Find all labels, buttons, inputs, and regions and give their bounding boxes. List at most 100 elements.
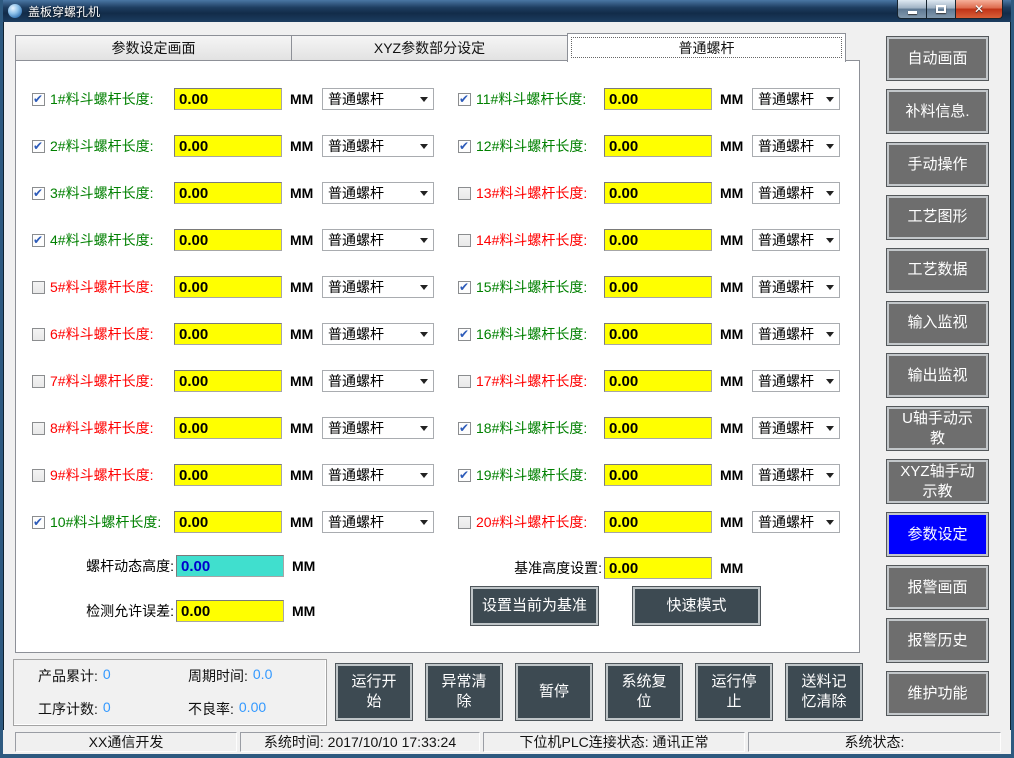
sidebar-button-input-monitor[interactable]: 输入监视 bbox=[887, 302, 988, 345]
base-height-input[interactable] bbox=[604, 557, 712, 579]
tab-1[interactable]: 参数设定画面 bbox=[15, 35, 292, 61]
hopper-length-input[interactable] bbox=[174, 417, 282, 439]
hopper-length-input[interactable] bbox=[174, 323, 282, 345]
hopper-enable-checkbox[interactable] bbox=[32, 328, 45, 341]
screw-type-dropdown[interactable]: 普通螺杆 bbox=[322, 135, 434, 157]
sidebar-button-parameter-setting[interactable]: 参数设定 bbox=[887, 513, 988, 556]
hopper-row: 18#料斗螺杆长度: MM 普通螺杆 bbox=[458, 416, 854, 440]
screw-type-dropdown[interactable]: 普通螺杆 bbox=[752, 88, 840, 110]
hopper-enable-checkbox[interactable] bbox=[32, 469, 45, 482]
screw-type-dropdown[interactable]: 普通螺杆 bbox=[322, 229, 434, 251]
tolerance-row: 检测允许误差: MM bbox=[32, 599, 322, 623]
sidebar-button-alarm-screen[interactable]: 报警画面 bbox=[887, 566, 988, 609]
sidebar-button-process-data[interactable]: 工艺数据 bbox=[887, 249, 988, 292]
screw-type-dropdown[interactable]: 普通螺杆 bbox=[322, 182, 434, 204]
screw-type-dropdown[interactable]: 普通螺杆 bbox=[322, 370, 434, 392]
hopper-length-input[interactable] bbox=[604, 511, 712, 533]
hopper-enable-checkbox[interactable] bbox=[458, 516, 471, 529]
hopper-length-input[interactable] bbox=[604, 135, 712, 157]
hopper-length-input[interactable] bbox=[174, 276, 282, 298]
screw-type-dropdown[interactable]: 普通螺杆 bbox=[322, 417, 434, 439]
hopper-length-input[interactable] bbox=[604, 323, 712, 345]
hopper-enable-checkbox[interactable] bbox=[458, 140, 471, 153]
hopper-enable-checkbox[interactable] bbox=[458, 469, 471, 482]
hopper-enable-checkbox[interactable] bbox=[458, 93, 471, 106]
hopper-length-input[interactable] bbox=[174, 370, 282, 392]
tolerance-input[interactable] bbox=[176, 600, 284, 622]
set-current-as-base-button[interactable]: 设置当前为基准 bbox=[471, 587, 598, 625]
sidebar-button-refill-info[interactable]: 补料信息. bbox=[887, 90, 988, 133]
status-bar: XX通信开发系统时间: 2017/10/10 17:33:24下位机PLC连接状… bbox=[3, 730, 1011, 754]
hopper-enable-checkbox[interactable] bbox=[32, 281, 45, 294]
status-segment-1: XX通信开发 bbox=[15, 732, 237, 752]
screw-type-dropdown[interactable]: 普通螺杆 bbox=[752, 229, 840, 251]
screw-type-value: 普通螺杆 bbox=[758, 324, 814, 344]
hopper-length-input[interactable] bbox=[604, 417, 712, 439]
hopper-enable-checkbox[interactable] bbox=[32, 422, 45, 435]
close-button[interactable]: ✕ bbox=[956, 0, 1003, 19]
screw-type-dropdown[interactable]: 普通螺杆 bbox=[752, 323, 840, 345]
screw-type-dropdown[interactable]: 普通螺杆 bbox=[322, 88, 434, 110]
error-clear-button[interactable]: 异常清 除 bbox=[426, 664, 502, 720]
sidebar-button-xyz-axis-teach[interactable]: XYZ轴手动 示教 bbox=[887, 460, 988, 503]
hopper-enable-checkbox[interactable] bbox=[32, 516, 45, 529]
hopper-label: 18#料斗螺杆长度: bbox=[476, 418, 604, 438]
screw-type-dropdown[interactable]: 普通螺杆 bbox=[752, 182, 840, 204]
system-reset-button[interactable]: 系统复 位 bbox=[606, 664, 682, 720]
hopper-enable-checkbox[interactable] bbox=[458, 422, 471, 435]
hopper-length-input[interactable] bbox=[174, 511, 282, 533]
sidebar-button-alarm-history[interactable]: 报警历史 bbox=[887, 619, 988, 662]
dynamic-height-input[interactable] bbox=[176, 555, 284, 577]
hopper-enable-checkbox[interactable] bbox=[458, 187, 471, 200]
pause-button[interactable]: 暂停 bbox=[516, 664, 592, 720]
sidebar-button-u-axis-teach[interactable]: U轴手动示 教 bbox=[887, 407, 988, 450]
hopper-length-input[interactable] bbox=[604, 229, 712, 251]
screw-type-dropdown[interactable]: 普通螺杆 bbox=[752, 464, 840, 486]
hopper-enable-checkbox[interactable] bbox=[32, 187, 45, 200]
hopper-enable-checkbox[interactable] bbox=[32, 375, 45, 388]
hopper-enable-checkbox[interactable] bbox=[458, 234, 471, 247]
hopper-enable-checkbox[interactable] bbox=[458, 328, 471, 341]
hopper-length-input[interactable] bbox=[174, 182, 282, 204]
hopper-enable-checkbox[interactable] bbox=[458, 281, 471, 294]
fast-mode-button[interactable]: 快速模式 bbox=[633, 587, 760, 625]
tab-2[interactable]: XYZ参数部分设定 bbox=[291, 35, 568, 61]
run-start-button[interactable]: 运行开 始 bbox=[336, 664, 412, 720]
hopper-length-input[interactable] bbox=[604, 88, 712, 110]
hopper-enable-checkbox[interactable] bbox=[32, 140, 45, 153]
screw-type-value: 普通螺杆 bbox=[328, 183, 384, 203]
sidebar-button-output-monitor[interactable]: 输出监视 bbox=[887, 354, 988, 397]
unit-label: MM bbox=[290, 420, 320, 436]
tab-3[interactable]: 普通螺杆 bbox=[567, 33, 846, 62]
hopper-enable-checkbox[interactable] bbox=[32, 234, 45, 247]
screw-type-dropdown[interactable]: 普通螺杆 bbox=[322, 276, 434, 298]
hopper-row: 17#料斗螺杆长度: MM 普通螺杆 bbox=[458, 369, 854, 393]
run-stop-button[interactable]: 运行停 止 bbox=[696, 664, 772, 720]
screw-type-dropdown[interactable]: 普通螺杆 bbox=[752, 370, 840, 392]
hopper-length-input[interactable] bbox=[174, 135, 282, 157]
screw-type-dropdown[interactable]: 普通螺杆 bbox=[752, 417, 840, 439]
screw-type-dropdown[interactable]: 普通螺杆 bbox=[752, 511, 840, 533]
minimize-button[interactable] bbox=[897, 0, 927, 19]
hopper-row: 6#料斗螺杆长度: MM 普通螺杆 bbox=[32, 322, 442, 346]
screw-type-dropdown[interactable]: 普通螺杆 bbox=[752, 135, 840, 157]
feed-memory-clear-button[interactable]: 送料记 忆清除 bbox=[786, 664, 862, 720]
sidebar-button-manual-operation[interactable]: 手动操作 bbox=[887, 143, 988, 186]
hopper-length-input[interactable] bbox=[174, 229, 282, 251]
hopper-length-input[interactable] bbox=[604, 182, 712, 204]
hopper-length-input[interactable] bbox=[604, 276, 712, 298]
screw-type-dropdown[interactable]: 普通螺杆 bbox=[322, 323, 434, 345]
maximize-button[interactable] bbox=[927, 0, 956, 19]
sidebar-button-auto-screen[interactable]: 自动画面 bbox=[887, 37, 988, 80]
hopper-enable-checkbox[interactable] bbox=[458, 375, 471, 388]
hopper-length-input[interactable] bbox=[604, 370, 712, 392]
sidebar-button-maintenance[interactable]: 维护功能 bbox=[887, 672, 988, 715]
hopper-length-input[interactable] bbox=[604, 464, 712, 486]
hopper-length-input[interactable] bbox=[174, 464, 282, 486]
hopper-length-input[interactable] bbox=[174, 88, 282, 110]
screw-type-dropdown[interactable]: 普通螺杆 bbox=[752, 276, 840, 298]
screw-type-dropdown[interactable]: 普通螺杆 bbox=[322, 464, 434, 486]
sidebar-button-process-graphics[interactable]: 工艺图形 bbox=[887, 196, 988, 239]
hopper-enable-checkbox[interactable] bbox=[32, 93, 45, 106]
screw-type-dropdown[interactable]: 普通螺杆 bbox=[322, 511, 434, 533]
